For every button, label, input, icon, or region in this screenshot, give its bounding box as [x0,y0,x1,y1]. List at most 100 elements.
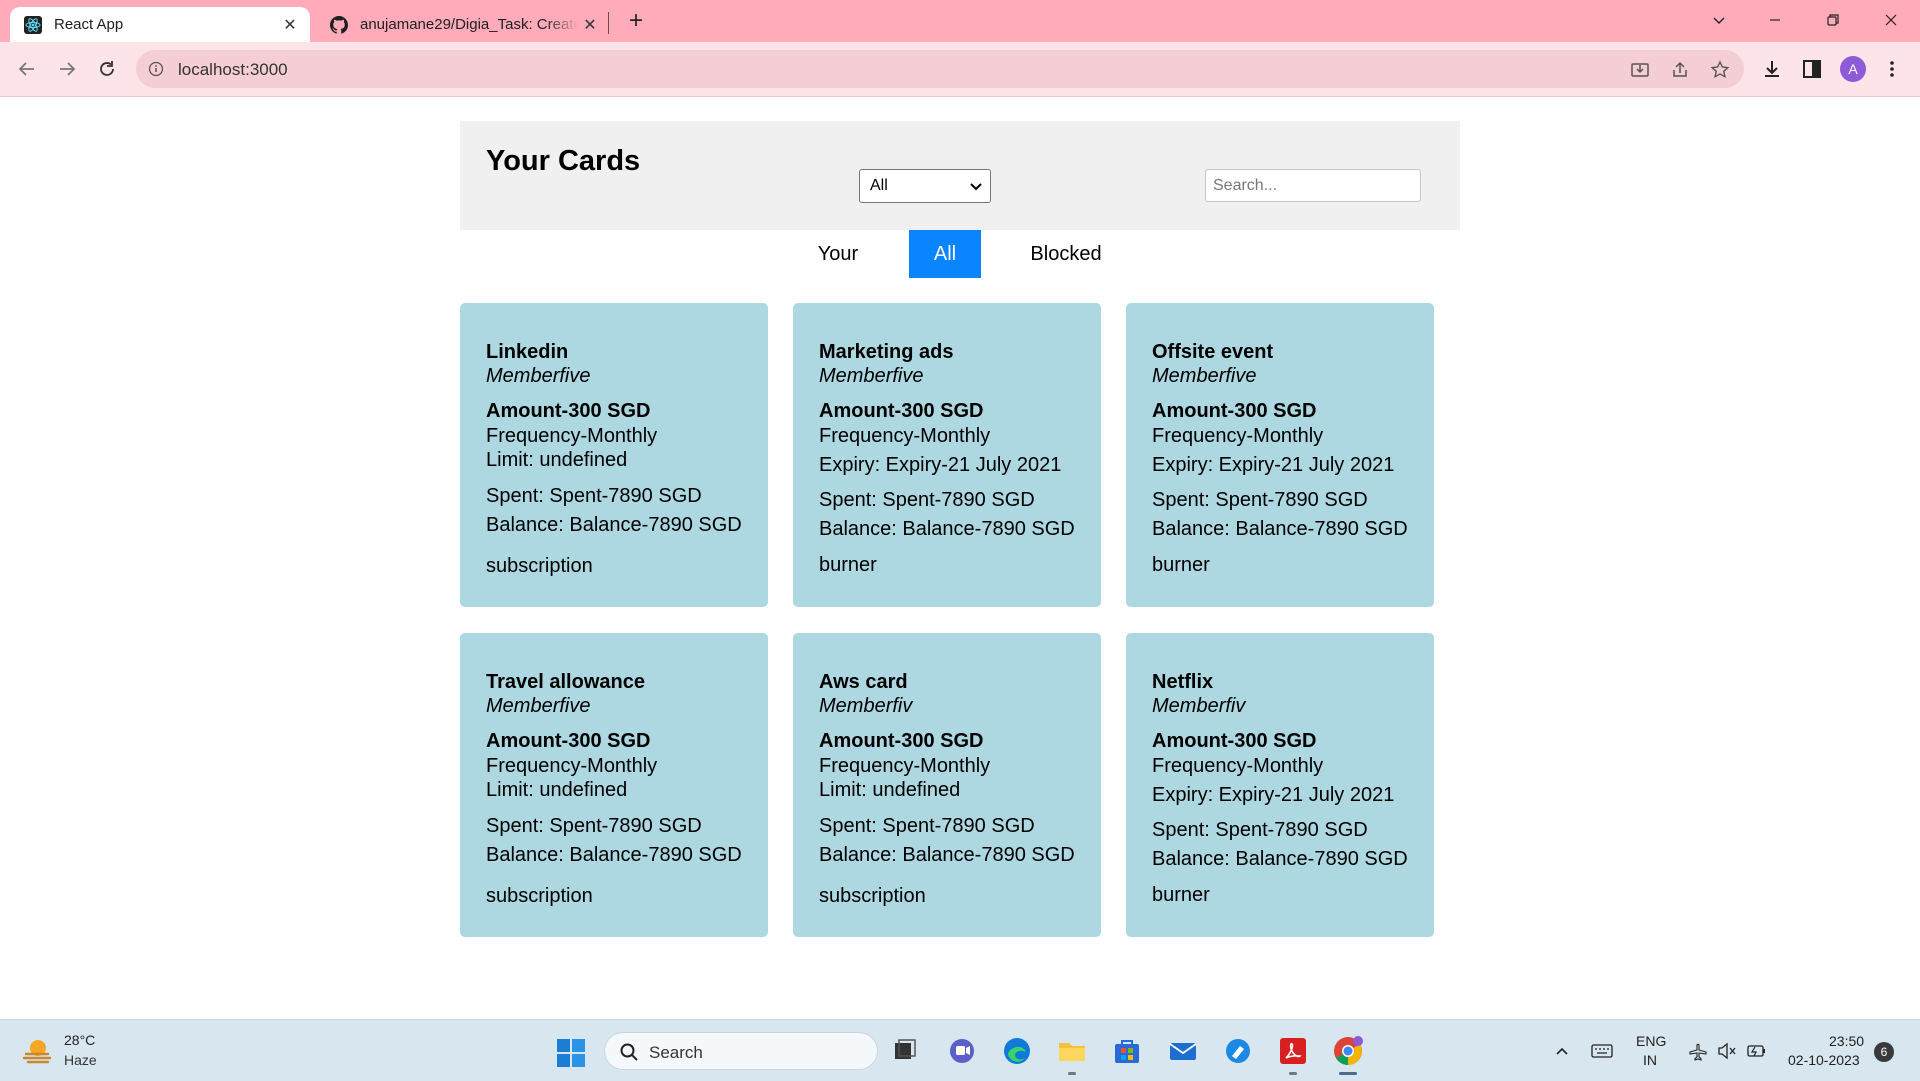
search-input[interactable] [1205,169,1421,202]
new-tab-button[interactable]: + [624,7,648,34]
tab-search-icon[interactable] [1696,6,1742,34]
card-frequency: Frequency-Monthly [486,425,658,447]
browser-tab-react-app[interactable]: React App ✕ [10,7,310,42]
card-amount: Amount-300 SGD [819,730,984,752]
minimize-icon[interactable] [1752,6,1798,34]
close-tab-icon[interactable]: ✕ [578,13,602,37]
tab-divider [608,12,609,34]
more-menu-icon[interactable] [1880,57,1904,81]
card-member: Memberfive [486,695,591,717]
tab-all[interactable]: All [909,230,981,278]
teams-chat-icon[interactable] [945,1034,979,1068]
card-offsite-event[interactable]: Offsite event Memberfive Amount-300 SGD … [1126,303,1434,607]
card-marketing-ads[interactable]: Marketing ads Memberfive Amount-300 SGD … [793,303,1101,607]
chevron-up-icon[interactable] [1551,1040,1573,1062]
side-panel-icon[interactable] [1800,57,1824,81]
region-indicator: IN [1643,1052,1657,1068]
bookmark-star-icon[interactable] [1710,60,1730,80]
forward-arrow-icon[interactable] [54,56,80,82]
active-app-indicator [1339,1072,1357,1075]
card-expiry: Expiry: Expiry-21 July 2021 [1152,454,1395,476]
weather-haze-icon[interactable] [22,1034,56,1068]
tab-your[interactable]: Your [797,230,879,278]
card-type: burner [1152,884,1210,906]
language-indicator[interactable]: ENG [1636,1033,1666,1049]
close-window-icon[interactable] [1868,6,1914,34]
card-travel-allowance[interactable]: Travel allowance Memberfive Amount-300 S… [460,633,768,937]
volume-muted-icon[interactable] [1716,1040,1738,1062]
acrobat-icon[interactable] [1276,1034,1310,1068]
card-name: Marketing ads [819,341,954,363]
taskbar-search-box[interactable]: Search [604,1032,878,1070]
airplane-mode-icon[interactable] [1687,1040,1709,1062]
running-indicator [1068,1072,1076,1075]
profile-avatar[interactable]: A [1840,56,1866,82]
card-member: Memberfive [1152,365,1257,387]
card-spent: Spent: Spent-7890 SGD [486,485,702,507]
card-member: Memberfive [486,365,591,387]
microsoft-store-icon[interactable] [1110,1034,1144,1068]
card-spent: Spent: Spent-7890 SGD [1152,819,1368,841]
page-title: Your Cards [486,145,641,177]
battery-charging-icon[interactable] [1745,1040,1767,1062]
card-type: subscription [819,885,926,907]
card-netflix[interactable]: Netflix Memberfiv Amount-300 SGD Frequen… [1126,633,1434,937]
tab-title: anujamane29/Digia_Task: Create [360,16,578,33]
card-name: Aws card [819,671,908,693]
card-frequency: Frequency-Monthly [1152,425,1324,447]
card-name: Netflix [1152,671,1214,693]
card-balance: Balance: Balance-7890 SGD [819,518,1075,540]
taskbar-search-label: Search [649,1043,703,1062]
running-indicator [1289,1072,1297,1075]
app-icon[interactable] [1221,1034,1255,1068]
clock-date[interactable]: 02-10-2023 [1788,1052,1860,1068]
keyboard-icon[interactable] [1591,1040,1613,1062]
mail-icon[interactable] [1166,1034,1200,1068]
windows-start-icon[interactable] [556,1038,586,1068]
tab-blocked[interactable]: Blocked [1010,230,1122,278]
card-spent: Spent: Spent-7890 SGD [486,815,702,837]
card-amount: Amount-300 SGD [819,400,984,422]
card-linkedin[interactable]: Linkedin Memberfive Amount-300 SGD Frequ… [460,303,768,607]
browser-tab-github[interactable]: anujamane29/Digia_Task: Create ✕ [316,7,610,42]
site-info-icon[interactable] [148,61,164,77]
card-amount: Amount-300 SGD [486,400,651,422]
url-text: localhost:3000 [178,60,288,79]
card-member: Memberfive [819,365,924,387]
card-limit: Limit: undefined [819,779,961,801]
chevron-down-icon [968,178,984,199]
card-limit: Limit: undefined [486,779,628,801]
github-icon [330,15,348,34]
address-bar[interactable]: localhost:3000 [136,50,1744,88]
file-explorer-icon[interactable] [1055,1034,1089,1068]
share-icon[interactable] [1670,60,1690,80]
close-tab-icon[interactable]: ✕ [278,13,302,37]
card-member: Memberfiv [1152,695,1246,717]
card-type: subscription [486,885,593,907]
reload-icon[interactable] [94,56,120,82]
chrome-icon[interactable] [1331,1034,1365,1068]
card-frequency: Frequency-Monthly [486,755,658,777]
card-name: Linkedin [486,341,569,363]
restore-icon[interactable] [1810,6,1856,34]
tab-title: React App [54,16,124,33]
edge-icon[interactable] [1000,1034,1034,1068]
notification-count-badge[interactable]: 6 [1874,1042,1894,1062]
download-icon[interactable] [1760,57,1784,81]
card-aws-card[interactable]: Aws card Memberfiv Amount-300 SGD Freque… [793,633,1101,937]
back-arrow-icon[interactable] [14,56,40,82]
card-expiry: Expiry: Expiry-21 July 2021 [1152,784,1395,806]
app-page: Your Cards All Your All Blocked Linkedin… [0,97,1920,1019]
browser-tab-strip: React App ✕ anujamane29/Digia_Task: Crea… [0,0,1920,42]
weather-temperature: 28°C [64,1032,96,1048]
install-app-icon[interactable] [1630,60,1650,80]
card-filter-select[interactable]: All [859,169,991,203]
card-amount: Amount-300 SGD [486,730,651,752]
cards-header: Your Cards All [460,121,1460,230]
card-spent: Spent: Spent-7890 SGD [819,815,1035,837]
weather-condition: Haze [64,1052,97,1068]
filter-selected-value: All [870,177,888,194]
clock-time[interactable]: 23:50 [1829,1033,1864,1049]
card-spent: Spent: Spent-7890 SGD [819,489,1035,511]
task-view-icon[interactable] [888,1034,922,1068]
